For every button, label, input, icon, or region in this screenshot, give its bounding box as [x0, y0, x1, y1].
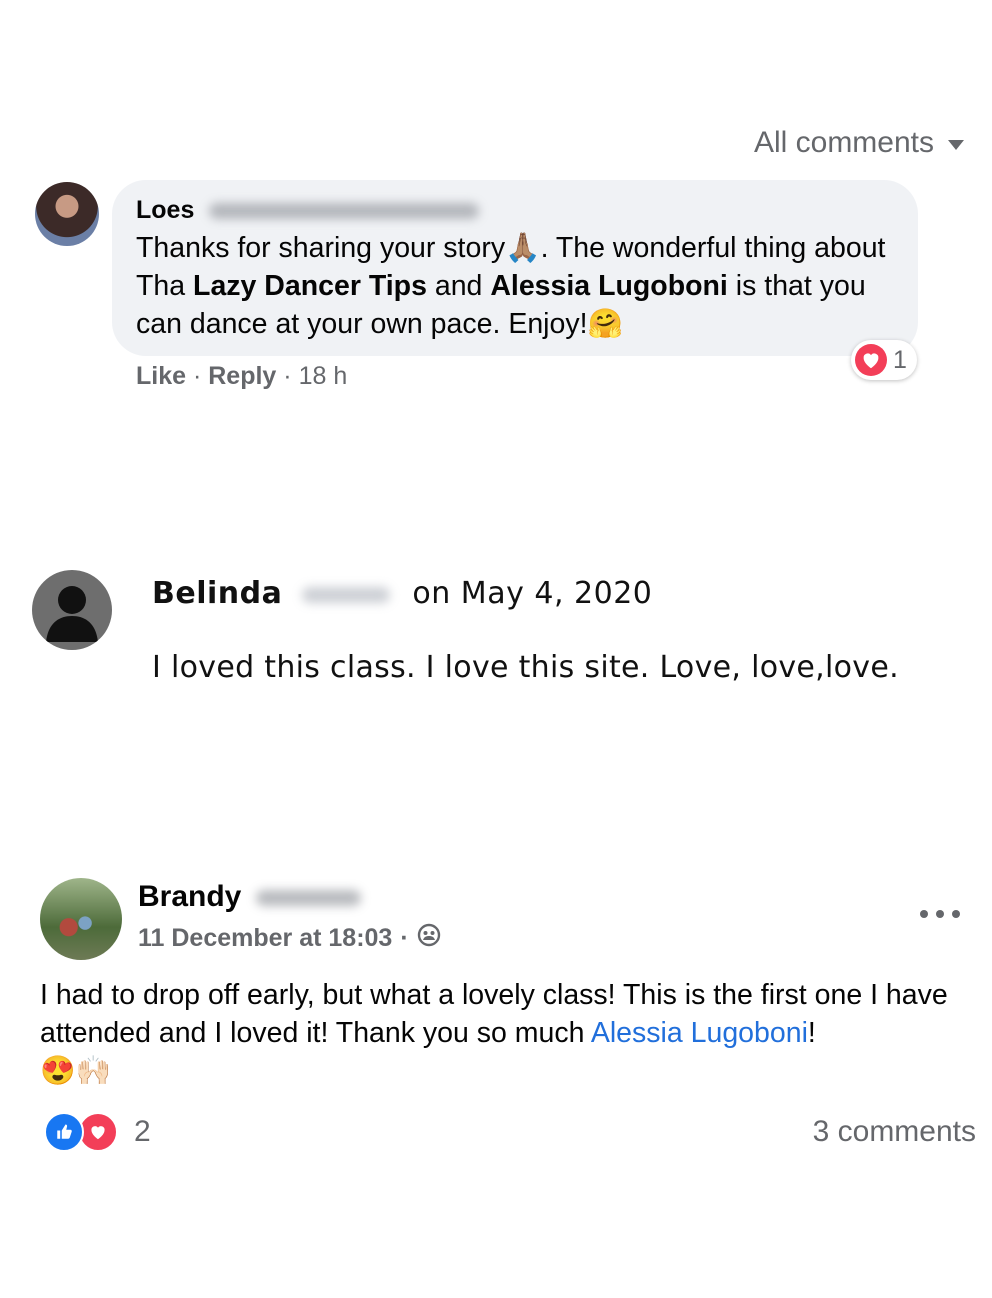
group-privacy-icon	[417, 923, 441, 954]
comment-text-3: and	[426, 270, 491, 302]
review-date: on May 4, 2020	[412, 576, 653, 611]
default-avatar-icon	[32, 570, 112, 650]
reaction-summary[interactable]: 1	[851, 340, 917, 380]
dot	[920, 910, 928, 918]
comment-filter-dropdown[interactable]: All comments	[754, 126, 964, 160]
tag-lazy-dancer-tips[interactable]: Lazy Dancer Tips	[193, 270, 427, 302]
pray-emoji-icon: 🙏🏽	[505, 232, 541, 264]
mention-alessia-lugoboni[interactable]: Alessia Lugoboni	[591, 1017, 808, 1049]
avatar[interactable]	[35, 182, 99, 246]
reaction-count: 1	[893, 345, 907, 374]
heart-reaction-icon	[855, 344, 887, 376]
comment-text-1: Thanks for sharing your story	[136, 232, 506, 264]
post-author[interactable]: Brandy	[138, 880, 361, 914]
reply-button[interactable]: Reply	[208, 362, 276, 390]
avatar[interactable]	[40, 878, 122, 960]
dot	[952, 910, 960, 918]
blurred-surname	[302, 586, 391, 603]
caret-down-icon	[948, 140, 964, 150]
reviewer-name: Belinda	[152, 576, 283, 611]
love-reaction-icon	[78, 1112, 118, 1152]
separator: ·	[400, 924, 409, 952]
emoji-heart-eyes-raised-hands-icon: 😍🙌🏻	[40, 1055, 111, 1087]
review-header: Belinda on May 4, 2020	[152, 576, 652, 611]
reaction-count[interactable]: 2	[134, 1115, 151, 1149]
separator: ·	[186, 362, 209, 390]
comment-text: Thanks for sharing your story🙏🏽. The won…	[136, 229, 896, 343]
filter-label: All comments	[753, 126, 934, 159]
tag-alessia-lugoboni[interactable]: Alessia Lugoboni	[490, 270, 728, 302]
blurred-surname	[255, 890, 361, 907]
like-button[interactable]: Like	[136, 362, 186, 390]
blurred-surname	[209, 203, 480, 220]
comment-actions: Like · Reply · 18 h	[136, 362, 347, 391]
like-reaction-icon	[44, 1112, 84, 1152]
review-text: I loved this class. I love this site. Lo…	[152, 650, 899, 685]
author-first-name: Loes	[136, 196, 195, 224]
post-text: I had to drop off early, but what a love…	[40, 976, 970, 1090]
reaction-icons[interactable]	[44, 1112, 118, 1152]
more-options-icon[interactable]	[920, 900, 960, 928]
dot	[936, 910, 944, 918]
hug-emoji-icon: 🤗	[587, 308, 624, 340]
post-text-2: !	[807, 1017, 816, 1049]
post-timestamp[interactable]: 11 December at 18:03	[138, 924, 392, 953]
post-meta: 11 December at 18:03 ·	[138, 923, 441, 954]
comment-author[interactable]: Loes	[136, 196, 480, 225]
author-first-name: Brandy	[138, 880, 242, 913]
comments-count-link[interactable]: 3 comments	[813, 1115, 976, 1149]
separator: ·	[276, 362, 299, 390]
comment-time: 18 h	[298, 362, 348, 390]
